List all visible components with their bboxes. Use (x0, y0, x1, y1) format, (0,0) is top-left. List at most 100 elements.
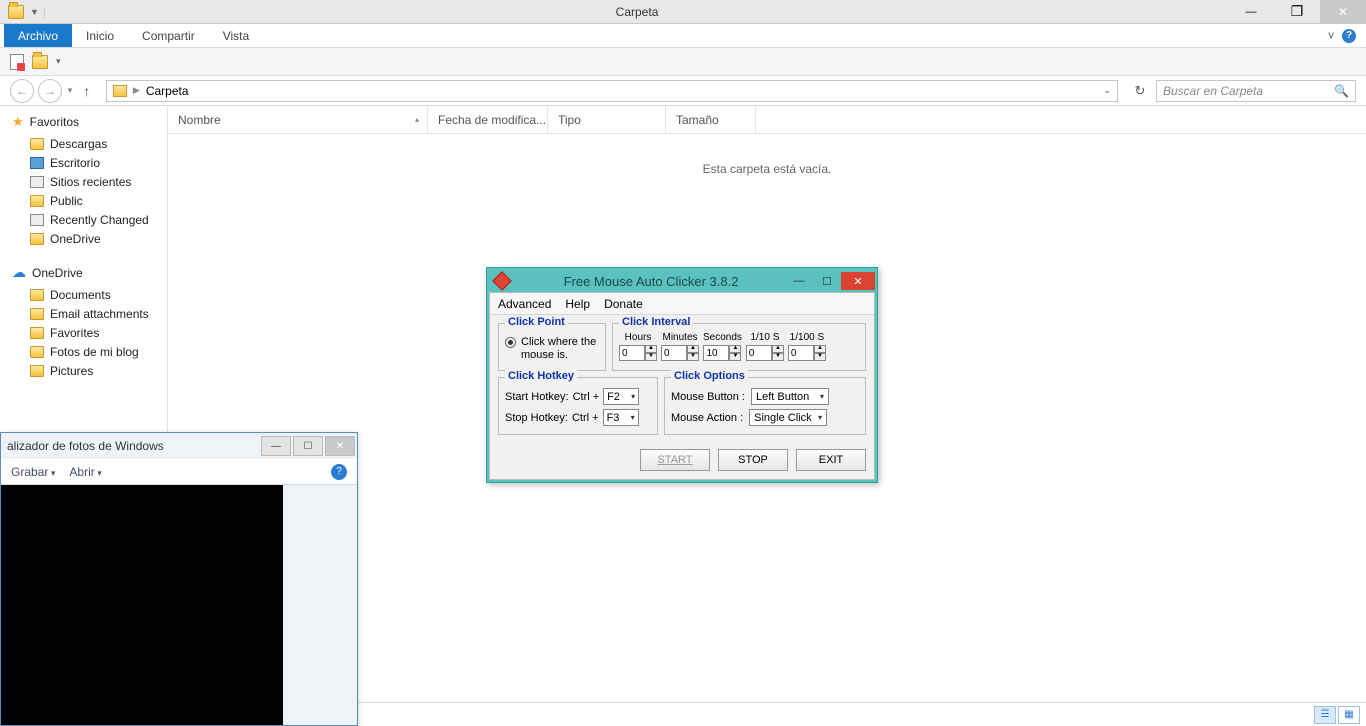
new-folder-icon[interactable] (32, 55, 48, 69)
ac-minimize-button[interactable]: — (785, 272, 813, 290)
sort-asc-icon: ▴ (415, 115, 419, 124)
qa-overflow[interactable]: ▾ (56, 56, 61, 67)
photo-menu-burn[interactable]: Grabar (11, 465, 55, 479)
radio-click-where-mouse[interactable]: Click where the mouse is. (505, 336, 599, 362)
photo-maximize-button[interactable]: ☐ (293, 436, 323, 456)
nav-up-button[interactable]: ↑ (78, 83, 96, 99)
folder-icon (30, 327, 44, 339)
folder-icon (113, 85, 127, 97)
sidebar-item-recientes[interactable]: Sitios recientes (0, 172, 167, 191)
nav-history-dropdown[interactable]: ▼ (66, 86, 74, 95)
sidebar-item-favorites[interactable]: Favorites (0, 323, 167, 342)
col-label: Fecha de modifica... (438, 113, 546, 127)
input-tenth[interactable] (746, 345, 772, 361)
select-mouse-button[interactable]: Left Button (751, 388, 829, 405)
sidebar-favorites-header[interactable]: ★ Favoritos (0, 112, 167, 134)
select-start-hotkey[interactable]: F2 (603, 388, 639, 405)
address-dropdown-icon[interactable]: ⌄ (1103, 85, 1111, 96)
sidebar-onedrive-header[interactable]: ☁ OneDrive (0, 262, 167, 285)
sidebar-item-label: Sitios recientes (50, 175, 131, 189)
stop-button[interactable]: STOP (718, 449, 788, 471)
sidebar-item-pictures[interactable]: Pictures (0, 361, 167, 380)
window-title: Carpeta (46, 5, 1228, 19)
ac-maximize-button[interactable]: ☐ (813, 272, 841, 290)
nav-row: ← → ▼ ↑ ▶ Carpeta ⌄ ↻ Buscar en Carpeta … (0, 76, 1366, 106)
properties-icon[interactable] (10, 54, 24, 70)
sidebar-item-onedrive-fav[interactable]: OneDrive (0, 229, 167, 248)
input-hours[interactable] (619, 345, 645, 361)
spinner-arrows[interactable]: ▲▼ (645, 345, 657, 361)
folder-icon (30, 308, 44, 320)
nav-back-button[interactable]: ← (10, 79, 34, 103)
ac-menu-advanced[interactable]: Advanced (498, 297, 551, 311)
input-minutes[interactable] (661, 345, 687, 361)
view-icons-button[interactable]: ▦ (1338, 706, 1360, 724)
sidebar-item-email-attachments[interactable]: Email attachments (0, 304, 167, 323)
address-bar[interactable]: ▶ Carpeta ⌄ (106, 80, 1118, 102)
search-icon: 🔍 (1334, 84, 1349, 98)
ac-titlebar[interactable]: Free Mouse Auto Clicker 3.8.2 — ☐ ✕ (489, 270, 875, 292)
refresh-button[interactable]: ↻ (1128, 81, 1152, 101)
qa-dropdown[interactable]: ▼ (30, 7, 39, 17)
group-click-point: Click Point Click where the mouse is. (498, 323, 606, 371)
photo-titlebar[interactable]: alizador de fotos de Windows — ☐ ✕ (1, 433, 357, 459)
spinner-arrows[interactable]: ▲▼ (772, 345, 784, 361)
sidebar-item-fotos-blog[interactable]: Fotos de mi blog (0, 342, 167, 361)
autoclicker-window: Free Mouse Auto Clicker 3.8.2 — ☐ ✕ Adva… (486, 267, 878, 483)
sidebar-item-documents[interactable]: Documents (0, 285, 167, 304)
sidebar-item-public[interactable]: Public (0, 191, 167, 210)
empty-folder-message: Esta carpeta está vacía. (168, 162, 1366, 176)
help-icon[interactable]: ? (331, 464, 347, 480)
sidebar-item-label: Email attachments (50, 307, 149, 321)
spinner-arrows[interactable]: ▲▼ (814, 345, 826, 361)
ac-close-button[interactable]: ✕ (841, 272, 875, 290)
label-start-hotkey: Start Hotkey: (505, 391, 569, 403)
recent-icon (30, 176, 44, 188)
input-hundredth[interactable] (788, 345, 814, 361)
exit-button[interactable]: EXIT (796, 449, 866, 471)
sidebar-item-descargas[interactable]: Descargas (0, 134, 167, 153)
col-size[interactable]: Tamaño (666, 106, 756, 133)
col-label: Tamaño (676, 113, 719, 127)
spinner-arrows[interactable]: ▲▼ (687, 345, 699, 361)
ac-menu-help[interactable]: Help (565, 297, 590, 311)
photo-close-button[interactable]: ✕ (325, 436, 355, 456)
col-type[interactable]: Tipo (548, 106, 666, 133)
sidebar-item-recently-changed[interactable]: Recently Changed (0, 210, 167, 229)
col-modified[interactable]: Fecha de modifica... (428, 106, 548, 133)
spinner-arrows[interactable]: ▲▼ (729, 345, 741, 361)
tab-share[interactable]: Compartir (128, 24, 209, 47)
select-mouse-action[interactable]: Single Click (749, 409, 827, 426)
ribbon-tabs: Archivo Inicio Compartir Vista ⅴ ? (0, 24, 1366, 48)
help-icon[interactable]: ? (1342, 29, 1356, 43)
desktop-icon (30, 157, 44, 169)
photo-window-title: alizador de fotos de Windows (7, 439, 164, 453)
select-stop-hotkey[interactable]: F3 (603, 409, 639, 426)
col-name[interactable]: Nombre▴ (168, 106, 428, 133)
minimize-button[interactable] (1228, 0, 1274, 24)
input-seconds[interactable] (703, 345, 729, 361)
sidebar-item-label: Public (50, 194, 83, 208)
sidebar-item-label: Pictures (50, 364, 93, 378)
photo-menu-open[interactable]: Abrir (69, 465, 101, 479)
chevron-right-icon: ▶ (133, 85, 140, 96)
search-input[interactable]: Buscar en Carpeta 🔍 (1156, 80, 1356, 102)
label-minutes: Minutes (662, 332, 697, 343)
breadcrumb[interactable]: Carpeta (146, 84, 189, 98)
quick-access-toolbar: ▾ (0, 48, 1366, 76)
tab-file[interactable]: Archivo (4, 24, 72, 47)
start-button[interactable]: START (640, 449, 710, 471)
maximize-button[interactable]: ❐ (1274, 0, 1320, 24)
tab-home[interactable]: Inicio (72, 24, 128, 47)
column-headers: Nombre▴ Fecha de modifica... Tipo Tamaño (168, 106, 1366, 134)
legend-click-interval: Click Interval (619, 316, 693, 328)
ac-menu-donate[interactable]: Donate (604, 297, 643, 311)
sidebar-item-escritorio[interactable]: Escritorio (0, 153, 167, 172)
close-button[interactable] (1320, 0, 1366, 24)
ribbon-collapse-icon[interactable]: ⅴ (1328, 30, 1334, 41)
tab-view[interactable]: Vista (209, 24, 263, 47)
photo-minimize-button[interactable]: — (261, 436, 291, 456)
folder-icon (8, 5, 24, 19)
nav-forward-button[interactable]: → (38, 79, 62, 103)
view-details-button[interactable]: ☰ (1314, 706, 1336, 724)
